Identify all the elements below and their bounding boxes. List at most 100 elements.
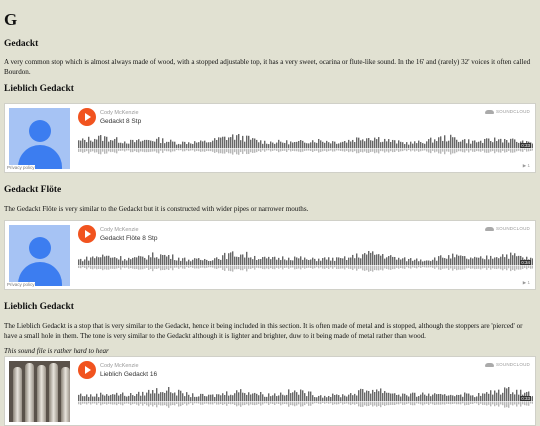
waveform-reflection-bar [206, 148, 208, 151]
waveform-reflection-bar [344, 148, 346, 152]
waveform-bar [332, 257, 334, 265]
waveform-reflection-bar [424, 401, 426, 405]
waveform-bar [226, 140, 228, 148]
waveform-bar [246, 251, 248, 265]
waveform-bar [444, 394, 446, 401]
waveform-reflection-bar [490, 265, 492, 270]
waveform-bar [158, 258, 160, 265]
waveform-reflection-bar [480, 401, 482, 404]
waveform-reflection-bar [506, 148, 508, 153]
waveform-bar [242, 254, 244, 265]
waveform-reflection-bar [516, 148, 518, 152]
waveform-bar [384, 258, 386, 265]
waveform-bar [170, 139, 172, 148]
privacy-policy-link[interactable]: Privacy policy [7, 165, 35, 170]
waveform-bar [462, 139, 464, 148]
soundcloud-logo[interactable]: SOUNDCLOUD [484, 362, 530, 367]
privacy-policy-link[interactable]: Privacy policy [7, 282, 35, 287]
waveform-bar [128, 143, 130, 148]
waveform-bar [236, 256, 238, 265]
waveform-bar [374, 254, 376, 265]
waveform-reflection-bar [138, 265, 140, 270]
waveform-bar [298, 140, 300, 148]
waveform-reflection-bar [190, 265, 192, 268]
track-user[interactable]: Cody McKenzie [100, 110, 139, 116]
waveform-reflection-bar [80, 401, 82, 405]
waveform-reflection-bar [136, 148, 138, 153]
waveform-bar [510, 138, 512, 148]
track-title[interactable]: Lieblich Gedackt 16 [100, 371, 157, 378]
soundcloud-logo[interactable]: SOUNDCLOUD [484, 226, 530, 231]
waveform-bar [418, 396, 420, 401]
waveform-bar [114, 394, 116, 401]
waveform-reflection-bar [472, 265, 474, 269]
waveform-reflection-bar [362, 401, 364, 407]
waveform-reflection-bar [372, 401, 374, 407]
track-user[interactable]: Cody McKenzie [100, 227, 139, 233]
cloud-icon [484, 362, 494, 367]
soundcloud-player-3[interactable]: Cody McKenzie Lieblich Gedackt 16 SOUNDC… [4, 356, 536, 426]
waveform-reflection-bar [440, 148, 442, 154]
track-title[interactable]: Gedackt Flöte 8 Stp [100, 235, 157, 242]
waveform-bar [498, 258, 500, 265]
waveform[interactable] [78, 130, 533, 158]
waveform-reflection-bar [486, 265, 488, 270]
waveform-bar [86, 256, 88, 265]
waveform-bar [352, 395, 354, 401]
waveform-reflection-bar [94, 148, 96, 153]
track-title[interactable]: Gedackt 8 Stp [100, 118, 141, 125]
waveform-bar [260, 259, 262, 265]
waveform-reflection-bar [532, 401, 533, 404]
waveform-reflection-bar [498, 401, 500, 407]
soundcloud-player-2[interactable]: Cody McKenzie Gedackt Flöte 8 Stp SOUNDC… [4, 220, 536, 290]
waveform-bar [168, 255, 170, 265]
waveform-reflection-bar [158, 265, 160, 269]
waveform-bar [346, 259, 348, 265]
waveform-bar [354, 393, 356, 401]
waveform-bar [352, 254, 354, 265]
waveform-reflection-bar [422, 265, 424, 268]
waveform-reflection-bar [126, 401, 128, 404]
waveform-reflection-bar [104, 265, 106, 270]
soundcloud-logo[interactable]: SOUNDCLOUD [484, 109, 530, 114]
waveform-bar [470, 143, 472, 148]
waveform-bar [450, 134, 452, 148]
waveform-bar [354, 142, 356, 148]
waveform-bar [88, 136, 90, 148]
waveform-reflection-bar [488, 265, 490, 269]
waveform-reflection-bar [358, 401, 360, 407]
waveform-reflection-bar [336, 265, 338, 269]
waveform-bar [256, 393, 258, 401]
waveform-bar [136, 393, 138, 401]
waveform-reflection-bar [290, 265, 292, 268]
soundcloud-player-1[interactable]: Cody McKenzie Gedackt 8 Stp SOUNDCLOUD 0… [4, 103, 536, 173]
waveform[interactable] [78, 247, 533, 275]
waveform-bar [378, 391, 380, 401]
waveform-reflection-bar [78, 401, 80, 405]
waveform-reflection-bar [198, 148, 200, 152]
waveform-reflection-bar [510, 265, 512, 272]
waveform-reflection-bar [462, 148, 464, 153]
track-user[interactable]: Cody McKenzie [100, 363, 139, 369]
waveform-bar [402, 393, 404, 401]
waveform-bar [498, 389, 500, 401]
waveform-bar [240, 254, 242, 265]
play-button[interactable] [78, 225, 96, 243]
waveform-bar [176, 260, 178, 265]
waveform-reflection-bar [242, 265, 244, 271]
waveform-reflection-bar [390, 265, 392, 270]
play-button[interactable] [78, 108, 96, 126]
waveform-reflection-bar [340, 265, 342, 269]
waveform-reflection-bar [368, 148, 370, 154]
waveform-reflection-bar [338, 265, 340, 269]
play-button[interactable] [78, 361, 96, 379]
waveform[interactable] [78, 383, 533, 411]
waveform-reflection-bar [292, 148, 294, 151]
waveform-reflection-bar [342, 148, 344, 152]
waveform-bar [484, 259, 486, 265]
waveform-reflection-bar [432, 148, 434, 151]
waveform-reflection-bar [102, 265, 104, 271]
waveform-bar [136, 257, 138, 265]
waveform-reflection-bar [356, 265, 358, 271]
waveform-bar [392, 139, 394, 148]
